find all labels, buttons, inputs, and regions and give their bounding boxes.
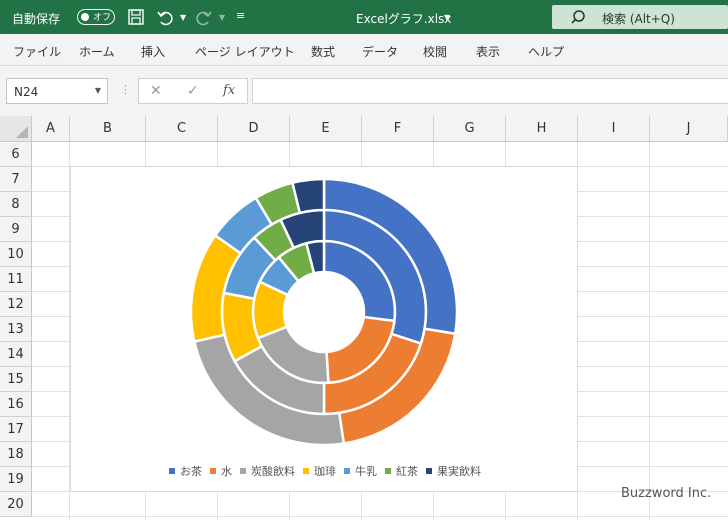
tab-view[interactable]: 表示 — [476, 43, 500, 60]
toggle-knob — [81, 12, 89, 21]
tab-home[interactable]: ホーム — [79, 43, 115, 60]
legend-item[interactable]: 牛乳 — [344, 463, 377, 479]
row-gridline — [32, 516, 728, 517]
title-bar: 自動保存 オフ ▼ ▼ ≡ Excelグラフ.xlsx ▼ 検索 (Alt+Q) — [0, 0, 728, 34]
column-header-g[interactable]: G — [434, 116, 506, 142]
chart-area[interactable]: お茶 水 炭酸飲料 珈琲 牛乳 紅茶 果実飲料 — [70, 166, 578, 492]
row-header-9[interactable]: 9 — [0, 217, 32, 242]
legend-label: 紅茶 — [396, 465, 418, 478]
save-icon[interactable] — [127, 8, 145, 26]
autosave-state: オフ — [93, 13, 112, 23]
column-header-h[interactable]: H — [506, 116, 578, 142]
row-header-11[interactable]: 11 — [0, 267, 32, 292]
search-icon — [571, 10, 585, 24]
name-box[interactable]: N24 ▼ — [6, 78, 108, 104]
tab-help[interactable]: ヘルプ — [528, 43, 564, 60]
legend-swatch — [344, 468, 350, 474]
search-box[interactable]: 検索 (Alt+Q) — [552, 5, 728, 29]
row-header-20[interactable]: 20 — [0, 492, 32, 517]
column-header-i[interactable]: I — [578, 116, 650, 142]
tab-file[interactable]: ファイル — [13, 43, 61, 60]
row-header-14[interactable]: 14 — [0, 342, 32, 367]
legend-item[interactable]: 紅茶 — [385, 463, 418, 479]
row-header-12[interactable]: 12 — [0, 292, 32, 317]
row-header-17[interactable]: 17 — [0, 417, 32, 442]
legend-label: 珈琲 — [314, 465, 336, 478]
row-header-7[interactable]: 7 — [0, 167, 32, 192]
tab-insert[interactable]: 挿入 — [141, 43, 165, 60]
row-header-6[interactable]: 6 — [0, 142, 32, 167]
enter-icon[interactable]: ✓ — [187, 83, 199, 99]
legend-label: 炭酸飲料 — [251, 465, 295, 478]
formula-bar: N24 ▼ ⋮ ✕ ✓ fx — [0, 66, 728, 116]
customize-toolbar-icon[interactable]: ≡ — [236, 9, 245, 22]
chevron-down-icon[interactable]: ▼ — [444, 13, 450, 22]
row-header-15[interactable]: 15 — [0, 367, 32, 392]
legend-item[interactable]: 果実飲料 — [426, 463, 481, 479]
legend-swatch — [385, 468, 391, 474]
ribbon-tabs: ファイル ホーム 挿入 ページ レイアウト 数式 データ 校閲 表示 ヘルプ — [0, 34, 728, 66]
autosave-toggle[interactable]: オフ — [77, 9, 115, 25]
insert-function-icon[interactable]: fx — [223, 83, 235, 98]
legend-item[interactable]: 珈琲 — [303, 463, 336, 479]
watermark: Buzzword Inc. — [621, 486, 712, 501]
column-header-d[interactable]: D — [218, 116, 290, 142]
select-all-corner[interactable] — [0, 116, 32, 142]
column-header-c[interactable]: C — [146, 116, 218, 142]
column-gridline — [649, 142, 650, 520]
row-header-8[interactable]: 8 — [0, 192, 32, 217]
legend-swatch — [426, 468, 432, 474]
redo-dropdown-icon[interactable]: ▼ — [219, 13, 225, 22]
legend-label: お茶 — [180, 465, 202, 478]
chevron-down-icon[interactable]: ▼ — [95, 86, 101, 95]
legend-label: 牛乳 — [355, 465, 377, 478]
row-header-18[interactable]: 18 — [0, 442, 32, 467]
column-header-e[interactable]: E — [290, 116, 362, 142]
tab-page-layout[interactable]: ページ レイアウト — [195, 43, 295, 60]
legend-item[interactable]: 炭酸飲料 — [240, 463, 295, 479]
undo-icon[interactable] — [156, 8, 174, 26]
column-header-f[interactable]: F — [362, 116, 434, 142]
autosave-label: 自動保存 — [12, 12, 61, 26]
column-header-b[interactable]: B — [70, 116, 146, 142]
separator-icon: ⋮ — [120, 83, 131, 96]
tab-review[interactable]: 校閲 — [423, 43, 447, 60]
undo-dropdown-icon[interactable]: ▼ — [180, 13, 186, 22]
legend-item[interactable]: 水 — [210, 463, 232, 479]
tab-data[interactable]: データ — [362, 43, 398, 60]
column-header-a[interactable]: A — [32, 116, 70, 142]
row-header-16[interactable]: 16 — [0, 392, 32, 417]
legend-swatch — [169, 468, 175, 474]
formula-controls: ✕ ✓ fx — [138, 78, 248, 104]
column-header-j[interactable]: J — [650, 116, 728, 142]
legend-swatch — [303, 468, 309, 474]
select-all-icon — [16, 126, 28, 138]
chart-legend: お茶 水 炭酸飲料 珈琲 牛乳 紅茶 果実飲料 — [71, 463, 579, 479]
legend-label: 果実飲料 — [437, 465, 481, 478]
doughnut-chart — [189, 177, 459, 447]
legend-swatch — [240, 468, 246, 474]
row-header-13[interactable]: 13 — [0, 317, 32, 342]
redo-icon[interactable] — [195, 8, 213, 26]
legend-label: 水 — [221, 465, 232, 478]
search-placeholder: 検索 (Alt+Q) — [602, 12, 675, 26]
cancel-icon[interactable]: ✕ — [150, 83, 162, 99]
name-box-value: N24 — [14, 85, 39, 99]
tab-formulas[interactable]: 数式 — [311, 43, 335, 60]
row-header-10[interactable]: 10 — [0, 242, 32, 267]
legend-swatch — [210, 468, 216, 474]
row-header-19[interactable]: 19 — [0, 467, 32, 492]
document-title[interactable]: Excelグラフ.xlsx — [356, 10, 451, 27]
legend-item[interactable]: お茶 — [169, 463, 202, 479]
formula-input[interactable] — [252, 78, 728, 104]
